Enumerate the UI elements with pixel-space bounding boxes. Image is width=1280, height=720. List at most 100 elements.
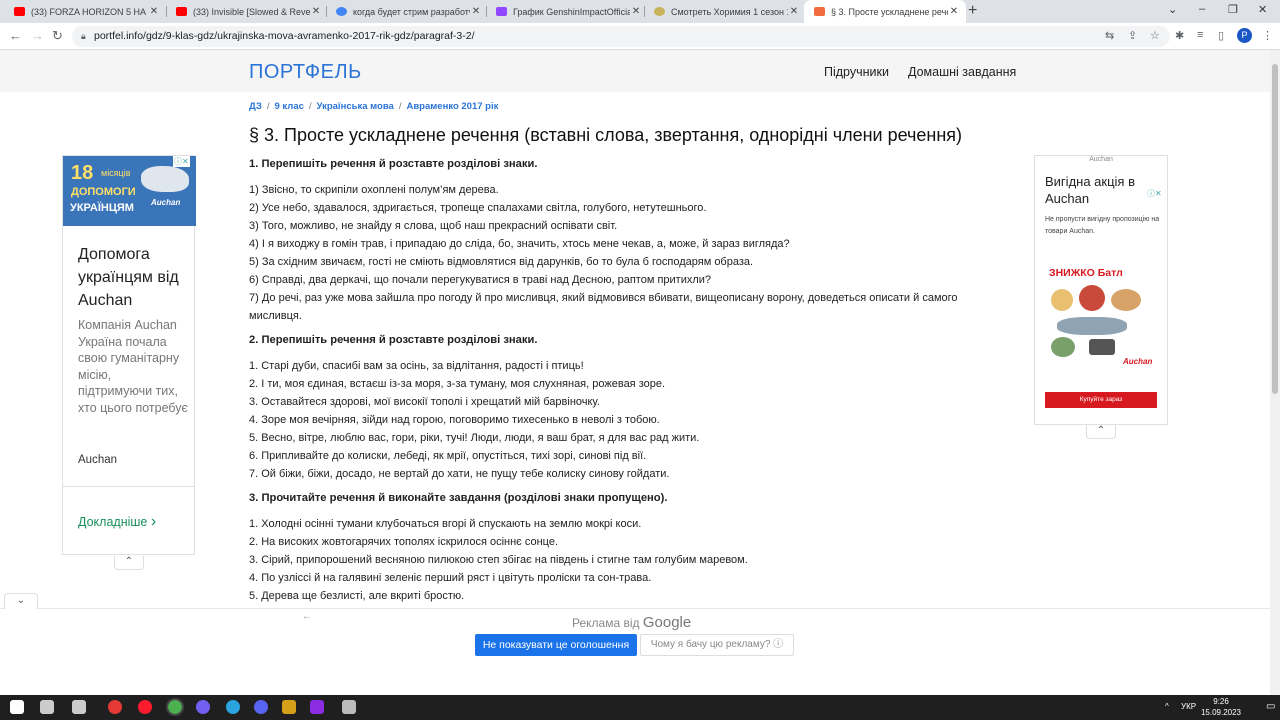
sentence-line: 1. Старі дуби, спасибі вам за осінь, за … bbox=[249, 360, 584, 372]
extensions-icon[interactable]: ✱ bbox=[1175, 29, 1184, 42]
new-tab-button[interactable]: + bbox=[968, 2, 977, 20]
tab-search-icon[interactable]: ⌄ bbox=[1168, 3, 1177, 16]
lock-icon[interactable]: 🔒︎ bbox=[81, 26, 86, 47]
notification-icon[interactable]: ▭ bbox=[1266, 701, 1275, 712]
breadcrumb-link[interactable]: Українська мова bbox=[317, 101, 394, 112]
close-tab-icon[interactable]: ✕ bbox=[948, 6, 960, 17]
chevron-right-icon: › bbox=[150, 513, 157, 530]
page-scrollbar[interactable] bbox=[1270, 50, 1280, 695]
taskbar-clock[interactable]: 9:26 15.09.2023 bbox=[1200, 696, 1242, 718]
task-view-icon[interactable] bbox=[72, 700, 86, 714]
site-logo[interactable]: ПОРТФЕЛЬ bbox=[249, 61, 362, 84]
start-icon[interactable] bbox=[10, 700, 24, 714]
divider bbox=[63, 486, 194, 487]
tray-arrow-icon[interactable]: ^ bbox=[1165, 702, 1169, 711]
sentence-line: 3. Оставайтеся здорові, мої високії топо… bbox=[249, 396, 600, 408]
stop-seeing-ad-button[interactable]: Не показувати це оголошення bbox=[475, 634, 637, 656]
menu-icon[interactable]: ⋮ bbox=[1262, 29, 1273, 42]
sentence-line: 6. Припливайте до колиски, лебеді, як мр… bbox=[249, 450, 647, 462]
close-tab-icon[interactable]: ✕ bbox=[310, 6, 322, 17]
collapse-anchor-button[interactable]: ⌄ bbox=[4, 593, 38, 609]
bookmark-star-icon[interactable]: ☆ bbox=[1150, 29, 1160, 42]
back-icon[interactable]: ← bbox=[9, 28, 22, 43]
sentence-line: 4. По узліссі й на галявині зеленіє перш… bbox=[249, 572, 652, 584]
clock-date: 15.09.2023 bbox=[1200, 708, 1242, 717]
article-content: 1. Перепишіть речення й розставте розділ… bbox=[249, 155, 1009, 608]
product-image bbox=[1079, 285, 1105, 311]
ad-choices-icon[interactable]: ⓘ✕ bbox=[173, 156, 190, 167]
telegram-icon[interactable] bbox=[226, 700, 240, 714]
sentence-line: 7. Ой біжи, біжи, досадо, не вертай до х… bbox=[249, 468, 670, 480]
breadcrumb-link[interactable]: Авраменко 2017 рік bbox=[406, 101, 498, 112]
nav-homework[interactable]: Домашні завдання bbox=[908, 65, 1016, 79]
collapse-ad-button[interactable]: ⌃ bbox=[1086, 425, 1116, 439]
address-toolbar: ← → ↻ 🔒︎ portfel.info/gdz/9-klas-gdz/ukr… bbox=[0, 23, 1280, 50]
chrome-icon[interactable] bbox=[166, 698, 184, 716]
sentence-line: 1) Звісно, то скрипіли охоплені полум’ям… bbox=[249, 184, 499, 196]
breadcrumb-link[interactable]: ДЗ bbox=[249, 101, 262, 112]
ad-title[interactable]: Допомога українцям від Auchan bbox=[78, 243, 194, 312]
product-image bbox=[1051, 337, 1075, 357]
opera-icon[interactable] bbox=[138, 700, 152, 714]
forward-icon[interactable]: → bbox=[31, 28, 44, 43]
left-advertisement[interactable]: 18 місяців ДОПОМОГИ УКРАЇНЦЯМ Auchan ⓘ✕ … bbox=[62, 155, 196, 555]
youtube-icon bbox=[176, 7, 187, 16]
clock-time: 9:26 bbox=[1213, 697, 1229, 706]
browser-tab[interactable]: когда будет стрим разработчик ✕ bbox=[326, 0, 488, 23]
close-tab-icon[interactable]: ✕ bbox=[470, 6, 482, 17]
right-advertisement[interactable]: Auchan Вигідна акція в Auchan ⓘ✕ Не проп… bbox=[1034, 155, 1168, 425]
profile-avatar[interactable]: P bbox=[1237, 28, 1252, 43]
ad-product-image[interactable]: ЗНИЖКО Батл Auchan bbox=[1045, 261, 1159, 386]
ad-description: Компанія Auchan Україна почала свою гума… bbox=[78, 318, 188, 415]
recorder-icon[interactable] bbox=[108, 700, 122, 714]
viber-icon[interactable] bbox=[196, 700, 210, 714]
ad-more-label: Докладніше bbox=[78, 515, 148, 529]
maximize-icon[interactable]: ❐ bbox=[1228, 3, 1238, 16]
keyboard-language[interactable]: УКР bbox=[1181, 702, 1196, 711]
tab-title: когда будет стрим разработчик bbox=[353, 6, 470, 17]
url-bar[interactable]: 🔒︎ portfel.info/gdz/9-klas-gdz/ukrajinsk… bbox=[72, 26, 1170, 47]
close-window-icon[interactable]: ✕ bbox=[1258, 3, 1267, 16]
breadcrumb-link[interactable]: 9 клас bbox=[274, 101, 303, 112]
collapse-ad-button[interactable]: ⌃ bbox=[114, 556, 144, 570]
discord-icon[interactable] bbox=[254, 700, 268, 714]
sentence-line: 2. На високих жовтогарячих тополях іскри… bbox=[249, 536, 559, 548]
browser-tab[interactable]: (33) Invisible [Slowed & Reve ✕ bbox=[166, 0, 328, 23]
sentence-line: 5. Дерева ще безлисті, але вкриті бростю… bbox=[249, 590, 465, 602]
ad-brand: Auchan bbox=[78, 454, 118, 466]
close-tab-icon[interactable]: ✕ bbox=[788, 6, 800, 17]
tab-title: (33) Invisible [Slowed & Reve bbox=[193, 6, 310, 17]
reload-icon[interactable]: ↻ bbox=[52, 28, 63, 44]
task-heading: 3. Прочитайте речення й виконайте завдан… bbox=[249, 492, 668, 504]
back-arrow-icon[interactable]: ← bbox=[302, 611, 312, 622]
tab-title: Смотреть Хоримия 1 сезон 12 с bbox=[671, 6, 788, 17]
browser-tab[interactable]: Смотреть Хоримия 1 сезон 12 с✕ bbox=[644, 0, 806, 23]
ad-more-link[interactable]: Докладніше › bbox=[78, 513, 156, 531]
tab-title: § 3. Просте ускладнене речення bbox=[831, 6, 948, 17]
search-icon[interactable] bbox=[40, 700, 54, 714]
wow-icon[interactable] bbox=[282, 700, 296, 714]
game-icon[interactable] bbox=[342, 700, 356, 714]
browser-tab[interactable]: (33) FORZA HORIZON 5 НА ПОД✕ bbox=[4, 0, 166, 23]
translate-icon[interactable]: ⇆ bbox=[1105, 29, 1114, 42]
reading-list-icon[interactable]: ≡ bbox=[1197, 29, 1203, 41]
ad-description: Не пропусти вигідну пропозицію на товари… bbox=[1045, 216, 1160, 235]
portfel-icon bbox=[814, 7, 825, 16]
share-icon[interactable]: ⇪ bbox=[1128, 29, 1137, 42]
ad-cta-button[interactable]: Купуйте зараз bbox=[1045, 392, 1157, 408]
winrar-icon[interactable] bbox=[310, 700, 324, 714]
close-tab-icon[interactable]: ✕ bbox=[630, 6, 642, 17]
why-this-ad-button[interactable]: Чому я бачу цю рекламу? ⓘ bbox=[640, 634, 794, 656]
browser-tab[interactable]: График GenshinImpactOfficial - ✕ bbox=[486, 0, 648, 23]
anime-site-icon bbox=[654, 7, 665, 16]
nav-textbooks[interactable]: Підручники bbox=[824, 65, 889, 79]
twitch-icon bbox=[496, 7, 507, 16]
close-tab-icon[interactable]: ✕ bbox=[148, 6, 160, 17]
ad-choices-icon[interactable]: ⓘ✕ bbox=[1147, 188, 1162, 199]
sentence-line: 4. Зоре моя вечірняя, зійди над горою, п… bbox=[249, 414, 660, 426]
sentence-line: 7) До речі, раз уже мова зайшла про пого… bbox=[249, 292, 958, 322]
minimize-icon[interactable]: – bbox=[1199, 3, 1205, 15]
side-panel-icon[interactable]: ▯ bbox=[1218, 29, 1224, 42]
scrollbar-thumb[interactable] bbox=[1272, 64, 1278, 394]
browser-tab-active[interactable]: § 3. Просте ускладнене речення✕ bbox=[804, 0, 966, 23]
